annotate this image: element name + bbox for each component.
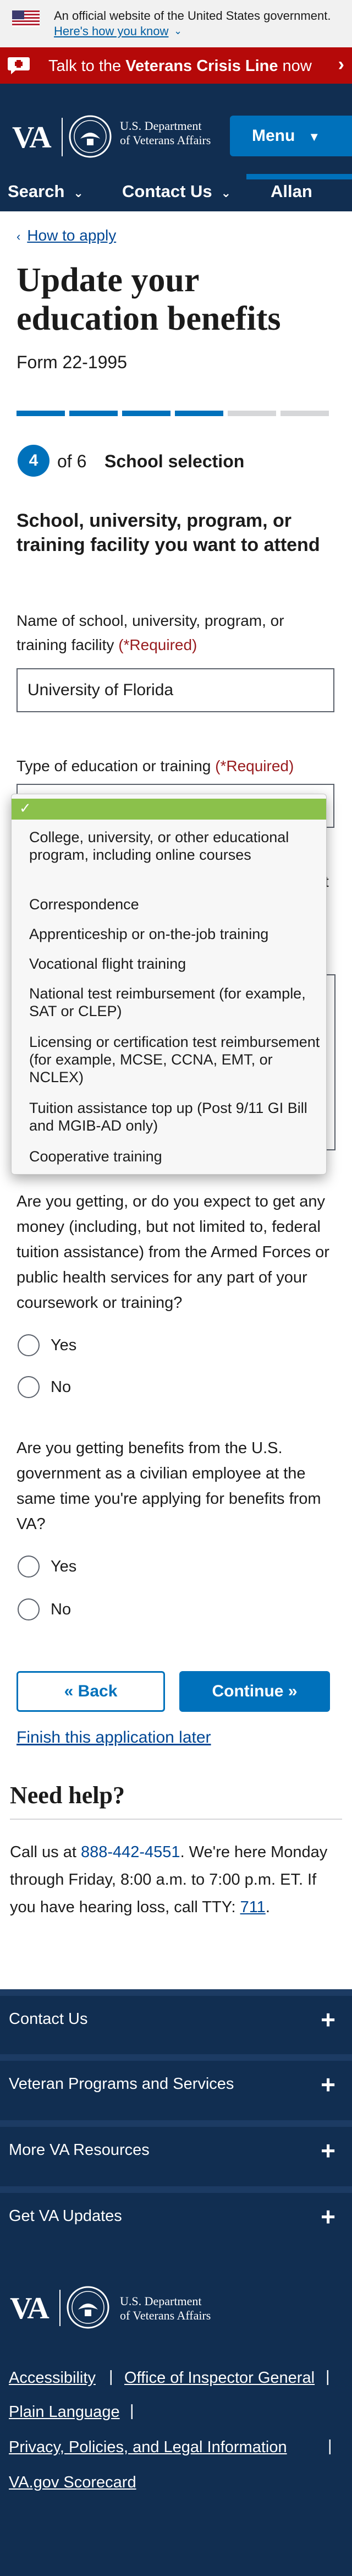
dropdown-option[interactable]: National test reimbursement (for example… (29, 985, 326, 1020)
help-text: Call us at 888-442-4551. We're here Mond… (10, 1843, 328, 1916)
chevron-right-icon: › (338, 54, 344, 75)
radio-label[interactable]: Yes (51, 1558, 76, 1576)
nav-search[interactable]: Search ⌄ (8, 182, 84, 201)
va-department-name: U.S. Department of Veterans Affairs (120, 119, 211, 147)
link-separator: | (328, 2437, 332, 2455)
footer-link-accessibility[interactable]: Accessibility (9, 2369, 96, 2387)
school-name-label: Name of school, university, program, or … (16, 612, 284, 653)
crisis-chat-icon (8, 57, 30, 74)
education-type-label: Type of education or training (*Required… (16, 757, 294, 774)
chevron-down-icon: ⌄ (73, 186, 84, 200)
step-name: School selection (105, 451, 245, 471)
accordion-label[interactable]: Contact Us (9, 2010, 87, 2028)
plus-icon[interactable]: + (321, 2202, 336, 2231)
accordion-label[interactable]: Veteran Programs and Services (9, 2075, 234, 2093)
progress-segment (69, 411, 118, 416)
continue-button[interactable]: Continue » (179, 1671, 330, 1712)
progress-segment (122, 411, 170, 416)
need-help-heading: Need help? (10, 1782, 125, 1809)
page-title: Update your education benefits (16, 261, 281, 337)
footer-accordion-veteran-programs[interactable]: Veteran Programs and Services + (0, 2054, 352, 2113)
double-chevron-right-icon: » (288, 1682, 298, 1700)
footer-accordion-get-updates[interactable]: Get VA Updates + (0, 2186, 352, 2245)
us-flag-icon (12, 10, 40, 27)
chevron-down-icon: ⌄ (221, 186, 232, 200)
footer-accordion-contact-us[interactable]: Contact Us + (0, 1989, 352, 2048)
link-separator: | (130, 2402, 134, 2420)
step-number: 4 (18, 445, 50, 477)
logo-divider (62, 118, 63, 156)
form-number: Form 22-1995 (16, 352, 127, 372)
civilian-benefits-question: Are you getting benefits from the U.S. g… (16, 1439, 321, 1533)
school-name-input[interactable]: University of Florida (16, 668, 334, 712)
phone-link[interactable]: 888-442-4551 (81, 1843, 180, 1861)
dropdown-option[interactable]: Licensing or certification test reimburs… (29, 1033, 326, 1086)
nav-user-account[interactable]: Allan (271, 182, 312, 201)
va-logo[interactable]: VA (12, 120, 52, 155)
chevron-left-icon: ‹ (16, 230, 21, 243)
va-seal-icon (67, 2286, 109, 2329)
armed-forces-no-radio[interactable] (18, 1376, 40, 1398)
help-divider (10, 1819, 342, 1820)
link-separator: | (109, 2368, 113, 2386)
dropdown-option[interactable]: Cooperative training (29, 1148, 326, 1165)
radio-label[interactable]: No (51, 1601, 71, 1619)
progress-segment (228, 411, 276, 416)
dropdown-option[interactable]: College, university, or other educationa… (29, 828, 326, 864)
tty-link[interactable]: 711 (240, 1898, 266, 1916)
back-button[interactable]: « Back (16, 1671, 165, 1712)
breadcrumb[interactable]: ‹ How to apply (16, 227, 116, 244)
armed-forces-yes-radio[interactable] (18, 1334, 40, 1356)
dropdown-option[interactable]: Apprenticeship or on-the-job training (29, 925, 326, 943)
footer-link-inspector-general[interactable]: Office of Inspector General (124, 2369, 315, 2387)
footer-accordion-more-resources[interactable]: More VA Resources + (0, 2120, 352, 2179)
nav-contact-us[interactable]: Contact Us ⌄ (122, 182, 231, 201)
logo-divider (59, 2290, 61, 2326)
plus-icon[interactable]: + (321, 2136, 336, 2165)
footer-link-plain-language[interactable]: Plain Language (9, 2403, 120, 2421)
chevron-down-icon[interactable]: ⌄ (174, 25, 182, 37)
menu-button[interactable]: Menu ▼ (230, 116, 352, 156)
footer-va-logo[interactable]: VA (10, 2291, 50, 2326)
footer-link-scorecard[interactable]: VA.gov Scorecard (9, 2474, 136, 2492)
footer-department-name: U.S. Department of Veterans Affairs (120, 2294, 211, 2322)
chevron-down-icon: ▼ (308, 130, 321, 144)
accordion-label[interactable]: Get VA Updates (9, 2207, 122, 2225)
radio-label[interactable]: Yes (51, 1336, 76, 1355)
dropdown-option-blank-selected[interactable]: ✓ (12, 799, 326, 820)
plus-icon[interactable]: + (321, 2070, 336, 2099)
gov-official-text: An official website of the United States… (54, 9, 331, 23)
plus-icon[interactable]: + (321, 2005, 336, 2034)
double-chevron-left-icon: « (64, 1682, 74, 1700)
education-type-dropdown-list[interactable]: ✓ College, university, or other educatio… (11, 794, 327, 1175)
va-seal-icon (69, 115, 112, 158)
progress-segment (280, 411, 329, 416)
civilian-no-radio[interactable] (18, 1598, 40, 1620)
crisis-line-banner[interactable]: Talk to the Veterans Crisis Line now › (0, 47, 352, 84)
crisis-line-text[interactable]: Talk to the Veterans Crisis Line now (48, 57, 312, 75)
site-header: VA U.S. Department of Veterans Affairs Me… (0, 84, 352, 211)
dropdown-option[interactable]: Tuition assistance top up (Post 9/11 GI … (29, 1099, 326, 1134)
gov-banner: An official website of the United States… (0, 0, 352, 47)
site-footer: Contact Us + Veteran Programs and Servic… (0, 1989, 352, 2576)
checkmark-icon: ✓ (19, 800, 31, 816)
armed-forces-question: Are you getting, or do you expect to get… (16, 1193, 329, 1312)
finish-later-link[interactable]: Finish this application later (16, 1728, 211, 1747)
radio-label[interactable]: No (51, 1378, 71, 1396)
progress-segment (175, 411, 223, 416)
link-separator: | (326, 2368, 330, 2386)
section-heading: School, university, program, or training… (16, 510, 320, 555)
step-total: of 6 (57, 451, 87, 471)
accordion-label[interactable]: More VA Resources (9, 2141, 150, 2159)
civilian-yes-radio[interactable] (18, 1556, 40, 1578)
how-you-know-link[interactable]: Here's how you know (54, 24, 168, 39)
header-nav: Search ⌄ Contact Us ⌄ Allan (0, 175, 352, 211)
footer-link-privacy[interactable]: Privacy, Policies, and Legal Information (9, 2438, 287, 2457)
dropdown-option[interactable]: Correspondence (29, 896, 326, 913)
progress-segment (16, 411, 65, 416)
dropdown-option[interactable]: Vocational flight training (29, 955, 326, 973)
